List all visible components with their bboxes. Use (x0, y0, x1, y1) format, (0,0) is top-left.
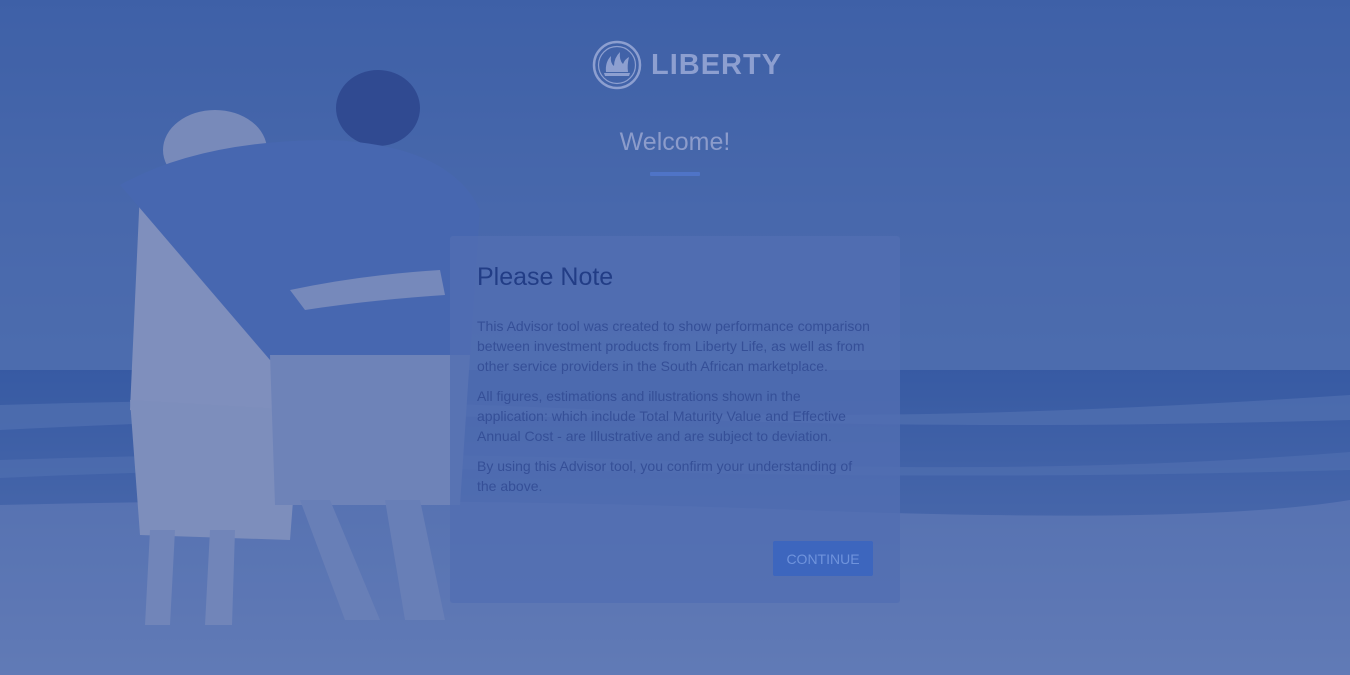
welcome-underline-accent (650, 172, 700, 176)
brand-name: LIBERTY (651, 48, 783, 81)
liberty-logo: LIBERTY (592, 38, 782, 92)
please-note-dialog: Please Note This Advisor tool was create… (450, 236, 900, 603)
disclaimer-paragraph-2: All figures, estimations and illustratio… (477, 388, 846, 444)
dialog-title: Please Note (477, 263, 614, 291)
liberty-flame-logo-icon (592, 40, 642, 90)
login-page: LIBERTY Welcome! Please Note This Adviso… (0, 0, 1350, 675)
disclaimer-paragraph-1: This Advisor tool was created to show pe… (477, 318, 870, 374)
welcome-heading: Welcome! (619, 128, 731, 156)
continue-button[interactable]: CONTINUE (773, 541, 873, 576)
disclaimer-paragraph-3: By using this Advisor tool, you confirm … (477, 458, 853, 494)
